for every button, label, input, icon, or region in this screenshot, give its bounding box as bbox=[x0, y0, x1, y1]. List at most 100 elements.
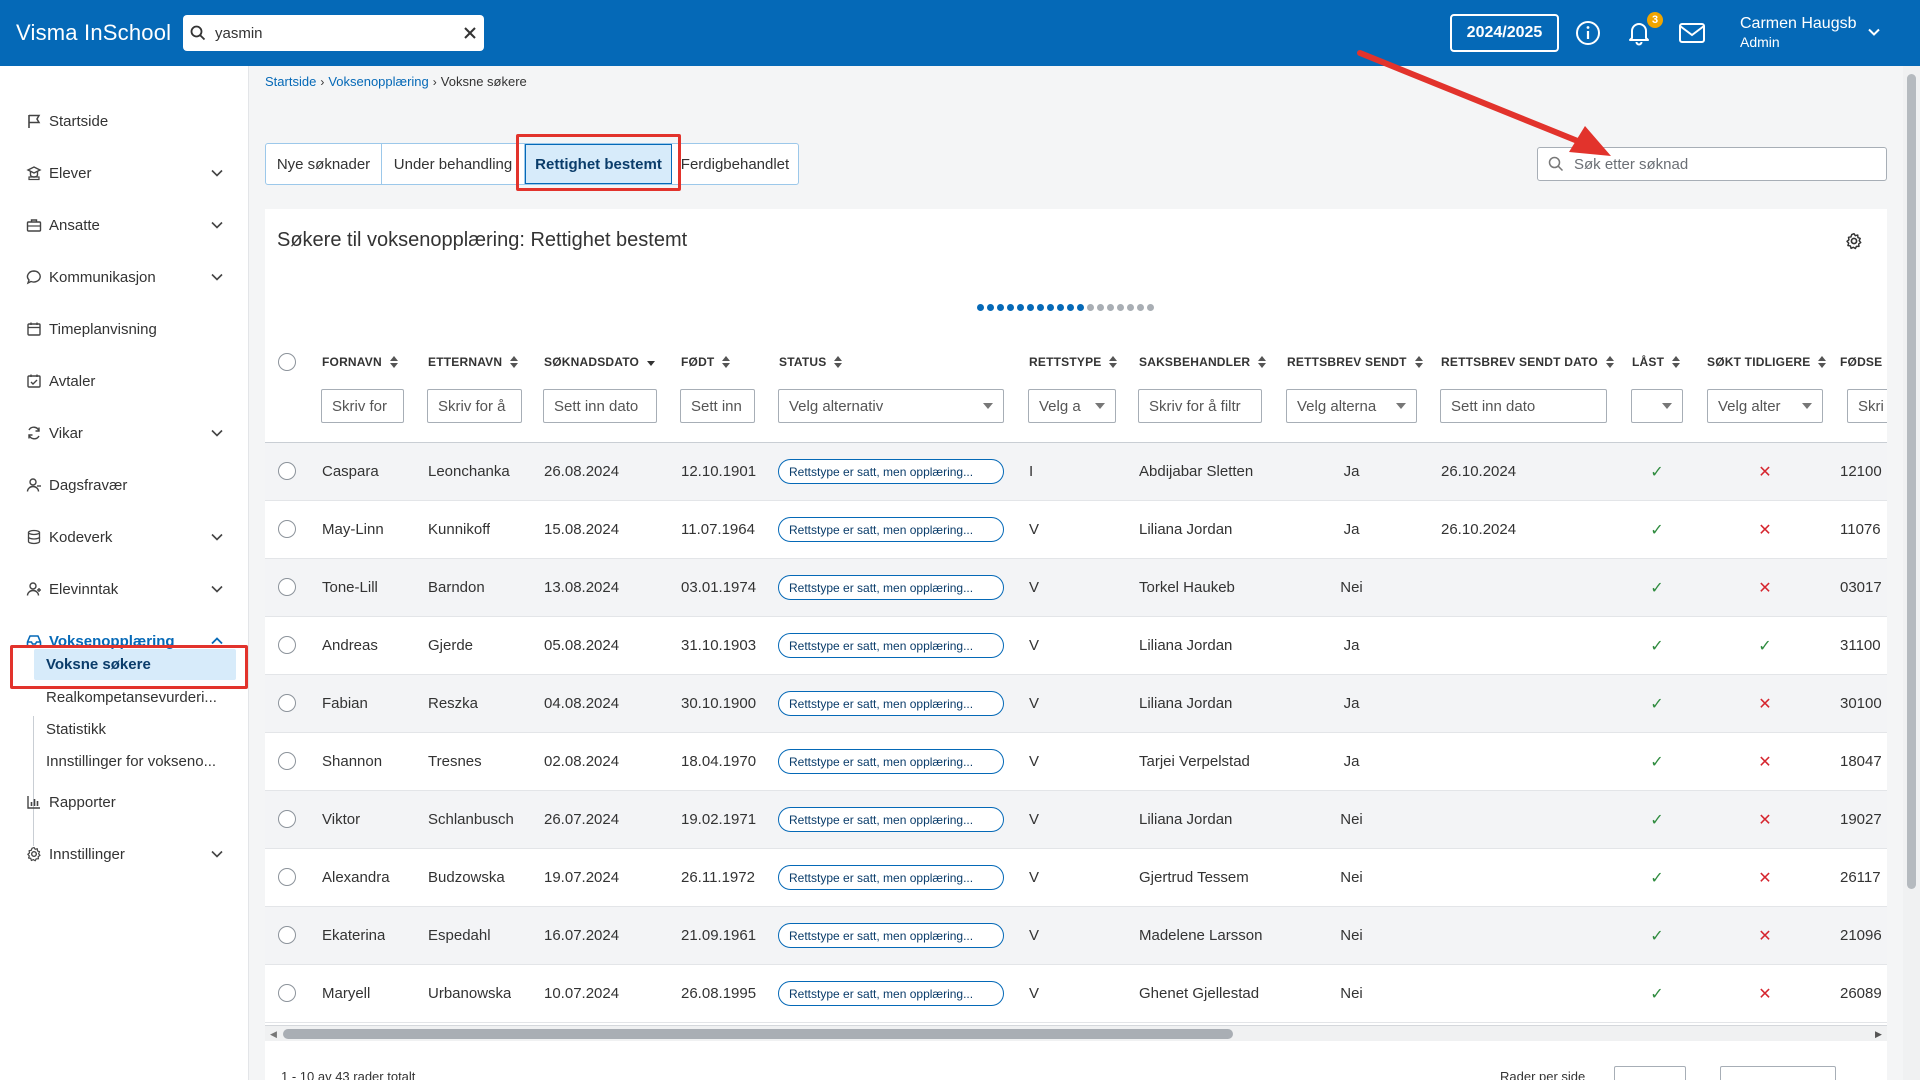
page-navigation[interactable] bbox=[1720, 1066, 1836, 1080]
breadcrumb-voksenopplaering[interactable]: Voksenopplæring bbox=[328, 74, 428, 89]
filter-fornavn[interactable]: Skriv for bbox=[321, 389, 404, 423]
chevron-down-icon[interactable] bbox=[209, 529, 225, 545]
sidebar-item-kommunikasjon[interactable]: Kommunikasjon bbox=[0, 257, 249, 297]
chevron-down-icon[interactable] bbox=[209, 269, 225, 285]
tab-under-behandling[interactable]: Under behandling bbox=[382, 144, 525, 184]
tab-nye-soknader[interactable]: Nye søknader bbox=[266, 144, 382, 184]
sidebar-item-kodeverk[interactable]: Kodeverk bbox=[0, 517, 249, 557]
cell-last: ✓ bbox=[1631, 849, 1683, 906]
column-header-rettsbrev-sendt[interactable]: RETTSBREV SENDT bbox=[1287, 341, 1423, 383]
sidebar-item-ansatte[interactable]: Ansatte bbox=[0, 205, 249, 245]
cell-rettstype: V bbox=[1029, 637, 1040, 654]
filter-status[interactable]: Velg alternativ bbox=[778, 389, 1004, 423]
filter-fodt[interactable]: Sett inn bbox=[680, 389, 755, 423]
table-row[interactable]: Andreas Gjerde 05.08.2024 31.10.1903 V Lilian… bbox=[265, 617, 1887, 675]
column-header-fornavn[interactable]: FORNAVN bbox=[322, 341, 398, 383]
column-header-last[interactable]: LÅST bbox=[1632, 341, 1681, 383]
horizontal-scrollbar[interactable]: ◀ ▶ bbox=[265, 1025, 1887, 1041]
table-row[interactable]: Shannon Tresnes 02.08.2024 18.04.1970 V Tarje… bbox=[265, 733, 1887, 791]
school-year-button[interactable]: 2024/2025 bbox=[1450, 14, 1559, 52]
sidebar-item-startside[interactable]: Startside bbox=[0, 101, 249, 141]
chevron-down-icon[interactable] bbox=[209, 581, 225, 597]
column-header-soknadsdato[interactable]: SØKNADSDATO bbox=[544, 341, 656, 383]
table-row[interactable]: Maryell Urbanowska 10.07.2024 26.08.1995 V Gh… bbox=[265, 965, 1887, 1023]
filter-last[interactable] bbox=[1631, 389, 1683, 423]
row-checkbox[interactable] bbox=[278, 578, 296, 596]
sidebar-subitem-innstillinger-voksen[interactable]: Innstillinger for voksenо... bbox=[34, 746, 236, 777]
filter-rettstype[interactable]: Velg a bbox=[1028, 389, 1116, 423]
table-row[interactable]: Fabian Reszka 04.08.2024 30.10.1900 V Liliana… bbox=[265, 675, 1887, 733]
row-checkbox[interactable] bbox=[278, 984, 296, 1002]
mail-icon[interactable] bbox=[1677, 18, 1707, 48]
sort-icon bbox=[1605, 356, 1614, 368]
row-checkbox[interactable] bbox=[278, 926, 296, 944]
app-title[interactable]: Visma InSchool bbox=[16, 20, 171, 46]
row-checkbox[interactable] bbox=[278, 810, 296, 828]
sidebar-subitem-statistikk[interactable]: Statistikk bbox=[34, 714, 236, 745]
column-header-etternavn[interactable]: ETTERNAVN bbox=[428, 341, 519, 383]
application-search-field[interactable] bbox=[1537, 147, 1887, 181]
sidebar-item-dagsfravaer[interactable]: Dagsfravær bbox=[0, 465, 249, 505]
table-row[interactable]: Viktor Schlanbusch 26.07.2024 19.02.1971 V Li… bbox=[265, 791, 1887, 849]
column-header-saksbehandler[interactable]: SAKSBEHANDLER bbox=[1139, 341, 1267, 383]
filter-fodselsnummer[interactable]: Skri bbox=[1847, 389, 1887, 423]
global-search-input[interactable]: yasmin bbox=[183, 15, 484, 51]
table-row[interactable]: May-Linn Kunnikoff 15.08.2024 11.07.1964 V Li… bbox=[265, 501, 1887, 559]
scroll-right-icon[interactable]: ▶ bbox=[1875, 1029, 1882, 1040]
sidebar-item-avtaler[interactable]: Avtaler bbox=[0, 361, 249, 401]
global-search-value[interactable]: yasmin bbox=[213, 25, 456, 42]
table-row[interactable]: Alexandra Budzowska 19.07.2024 26.11.1972 V G… bbox=[265, 849, 1887, 907]
column-header-sokt-tidligere[interactable]: SØKT TIDLIGERE bbox=[1707, 341, 1827, 383]
filter-saksbehandler[interactable]: Skriv for å filtr bbox=[1138, 389, 1262, 423]
chevron-down-icon[interactable] bbox=[209, 217, 225, 233]
chevron-down-icon[interactable] bbox=[1866, 24, 1882, 45]
filter-rettsbrev-sendt[interactable]: Velg alterna bbox=[1286, 389, 1417, 423]
sort-icon bbox=[1672, 356, 1681, 368]
row-checkbox[interactable] bbox=[278, 636, 296, 654]
chevron-down-icon[interactable] bbox=[209, 165, 225, 181]
column-scroll-indicator[interactable] bbox=[977, 304, 1154, 311]
table-row[interactable]: Ekaterina Espedahl 16.07.2024 21.09.1961 V Ma… bbox=[265, 907, 1887, 965]
column-header-fodselsnummer[interactable]: FØDSE bbox=[1840, 341, 1882, 383]
column-header-status[interactable]: STATUS bbox=[779, 341, 843, 383]
row-checkbox[interactable] bbox=[278, 752, 296, 770]
rows-per-page-select[interactable] bbox=[1614, 1066, 1686, 1080]
tab-ferdigbehandlet[interactable]: Ferdigbehandlet bbox=[672, 144, 798, 184]
sidebar-item-innstillinger[interactable]: Innstillinger bbox=[0, 834, 249, 874]
vertical-scrollbar-thumb[interactable] bbox=[1907, 74, 1916, 889]
user-menu[interactable]: Carmen Haugsb Admin bbox=[1740, 14, 1857, 52]
table-row[interactable]: Caspara Leonchanka 26.08.2024 12.10.1901 I Ab… bbox=[265, 443, 1887, 501]
row-checkbox[interactable] bbox=[278, 520, 296, 538]
sort-icon bbox=[722, 356, 731, 368]
vertical-scrollbar[interactable] bbox=[1903, 66, 1920, 1080]
row-checkbox[interactable] bbox=[278, 868, 296, 886]
gear-icon[interactable] bbox=[1843, 230, 1865, 252]
scroll-left-icon[interactable]: ◀ bbox=[270, 1029, 277, 1040]
select-all-checkbox[interactable] bbox=[278, 353, 296, 371]
sidebar-item-vikar[interactable]: Vikar bbox=[0, 413, 249, 453]
close-icon[interactable] bbox=[456, 15, 484, 51]
chevron-down-icon[interactable] bbox=[209, 846, 225, 862]
breadcrumb-startside[interactable]: Startside bbox=[265, 74, 316, 89]
filter-rettsbrev-sendt-dato[interactable]: Sett inn dato bbox=[1440, 389, 1607, 423]
column-header-rettstype[interactable]: RETTSTYPE bbox=[1029, 341, 1118, 383]
cell-soknadsdato: 26.08.2024 bbox=[544, 463, 620, 480]
sidebar-item-elevinntak[interactable]: Elevinntak bbox=[0, 569, 249, 609]
column-header-fodt[interactable]: FØDT bbox=[681, 341, 731, 383]
table-row[interactable]: Tone-Lill Barndon 13.08.2024 03.01.1974 V Tor… bbox=[265, 559, 1887, 617]
column-header-rettsbrev-sendt-dato[interactable]: RETTSBREV SENDT DATO bbox=[1441, 341, 1614, 383]
application-search-input[interactable] bbox=[1574, 155, 1874, 173]
chevron-down-icon[interactable] bbox=[209, 425, 225, 441]
chevron-down-icon bbox=[1396, 403, 1406, 409]
sidebar-item-timeplanvisning[interactable]: Timeplanvisning bbox=[0, 309, 249, 349]
horizontal-scrollbar-thumb[interactable] bbox=[283, 1029, 1233, 1039]
sort-icon bbox=[1258, 356, 1267, 368]
filter-sokt-tidligere[interactable]: Velg alter bbox=[1707, 389, 1823, 423]
filter-etternavn[interactable]: Skriv for å bbox=[427, 389, 522, 423]
sidebar-item-elever[interactable]: Elever bbox=[0, 153, 249, 193]
row-checkbox[interactable] bbox=[278, 694, 296, 712]
info-icon[interactable] bbox=[1573, 18, 1603, 48]
row-checkbox[interactable] bbox=[278, 462, 296, 480]
filter-soknadsdato[interactable]: Sett inn dato bbox=[543, 389, 657, 423]
sidebar-item-rapporter[interactable]: Rapporter bbox=[0, 782, 249, 822]
